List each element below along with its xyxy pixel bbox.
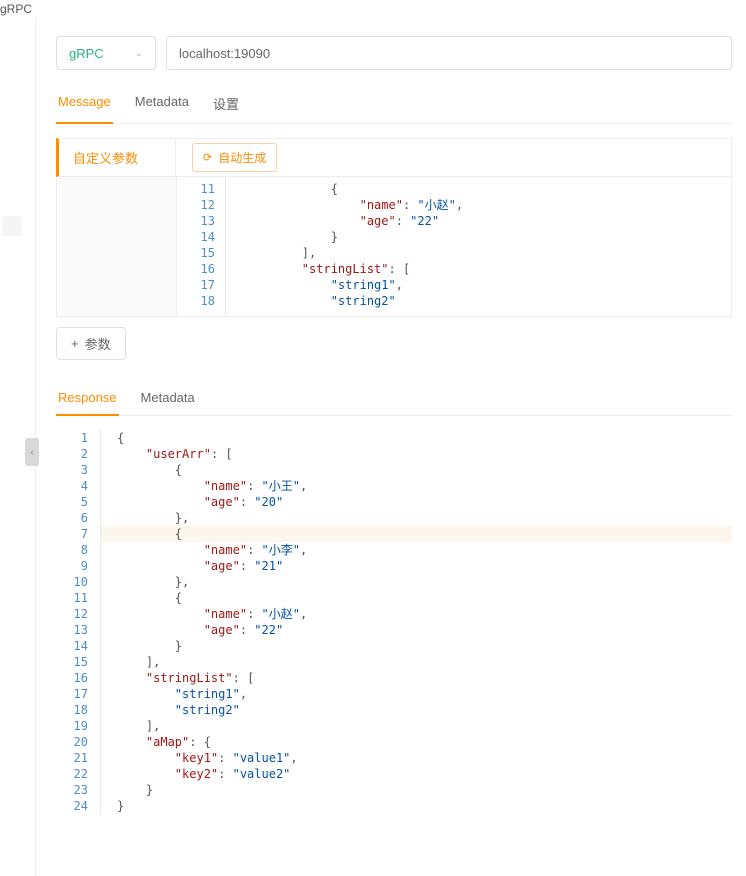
tab-response-metadata[interactable]: Metadata [139,382,197,415]
code-line: ], [117,718,732,734]
tab-request-message[interactable]: Message [56,86,113,123]
add-param-button[interactable]: + 参数 [56,327,126,360]
tab-response-response[interactable]: Response [56,382,119,415]
auto-gen-area: ⟳ 自动生成 [176,138,732,177]
line-number: 24 [56,798,88,814]
custom-params-label[interactable]: 自定义参数 [56,138,176,177]
line-number: 5 [56,494,88,510]
params-tree-panel [57,177,177,316]
code-line: { [117,462,732,478]
code-line: "aMap": { [117,734,732,750]
refresh-icon: ⟳ [203,151,212,164]
line-number: 18 [177,293,215,309]
line-number: 16 [177,261,215,277]
line-number: 9 [56,558,88,574]
code-line: } [117,782,732,798]
code-line: "userArr": [ [117,446,732,462]
code-line: "key1": "value1", [117,750,732,766]
line-number: 7 [56,526,88,542]
protocol-select[interactable]: gRPC ⌄ [56,36,156,70]
code-line: { [117,430,732,446]
code-line: { [117,526,732,542]
auto-generate-label: 自动生成 [218,149,266,166]
line-number: 23 [56,782,88,798]
code-line: "string1", [117,686,732,702]
code-line: "name": "小赵", [244,197,731,213]
code-line: "age": "22" [117,622,732,638]
line-number: 15 [56,654,88,670]
protocol-value: gRPC [69,46,104,61]
code-line: }, [117,510,732,526]
plus-icon: + [71,336,79,351]
line-number: 21 [56,750,88,766]
response-tabs: Response Metadata [56,382,732,416]
code-line: { [117,590,732,606]
code-line: ], [117,654,732,670]
code-line: "name": "小王", [117,478,732,494]
response-editor[interactable]: { "userArr": [ { "name": "小王", "age": "2… [100,430,732,814]
collapse-handle[interactable]: ‹ [25,438,39,466]
code-line: "name": "小赵", [117,606,732,622]
code-line: } [117,638,732,654]
line-number: 2 [56,446,88,462]
code-line: "string1", [244,277,731,293]
line-number: 3 [56,462,88,478]
breadcrumb-label: gRPC [0,0,746,18]
tab-request-设置[interactable]: 设置 [211,86,241,123]
line-number: 17 [177,277,215,293]
line-number: 15 [177,245,215,261]
code-line: "string2" [244,293,731,309]
request-tabs: Message Metadata 设置 [56,86,732,124]
chevron-down-icon: ⌄ [135,48,143,59]
code-line: "key2": "value2" [117,766,732,782]
line-number: 11 [177,181,215,197]
line-number: 19 [56,718,88,734]
line-number: 6 [56,510,88,526]
code-line: "stringList": [ [244,261,731,277]
code-line: { [244,181,731,197]
line-number: 18 [56,702,88,718]
line-number: 14 [177,229,215,245]
left-rail-item[interactable] [2,216,22,236]
tab-request-metadata[interactable]: Metadata [133,86,191,123]
line-number: 10 [56,574,88,590]
line-number: 12 [177,197,215,213]
code-line: } [244,229,731,245]
code-line: "age": "22" [244,213,731,229]
code-line: ], [244,245,731,261]
code-line: "string2" [117,702,732,718]
line-number: 17 [56,686,88,702]
line-number: 1 [56,430,88,446]
code-line: "age": "20" [117,494,732,510]
line-number: 11 [56,590,88,606]
code-line: "age": "21" [117,558,732,574]
code-line: } [117,798,732,814]
line-number: 13 [56,622,88,638]
line-number: 12 [56,606,88,622]
line-number: 13 [177,213,215,229]
code-line: "stringList": [ [117,670,732,686]
chevron-left-icon: ‹ [30,447,33,458]
line-number: 4 [56,478,88,494]
code-line: "name": "小李", [117,542,732,558]
code-line: }, [117,574,732,590]
line-number: 22 [56,766,88,782]
line-number: 14 [56,638,88,654]
line-number: 16 [56,670,88,686]
request-editor[interactable]: 1112131415161718 { "name": "小赵", "age": … [177,177,731,316]
endpoint-input[interactable] [166,36,732,70]
add-param-label: 参数 [85,334,111,353]
auto-generate-button[interactable]: ⟳ 自动生成 [192,143,277,172]
line-number: 20 [56,734,88,750]
line-number: 8 [56,542,88,558]
